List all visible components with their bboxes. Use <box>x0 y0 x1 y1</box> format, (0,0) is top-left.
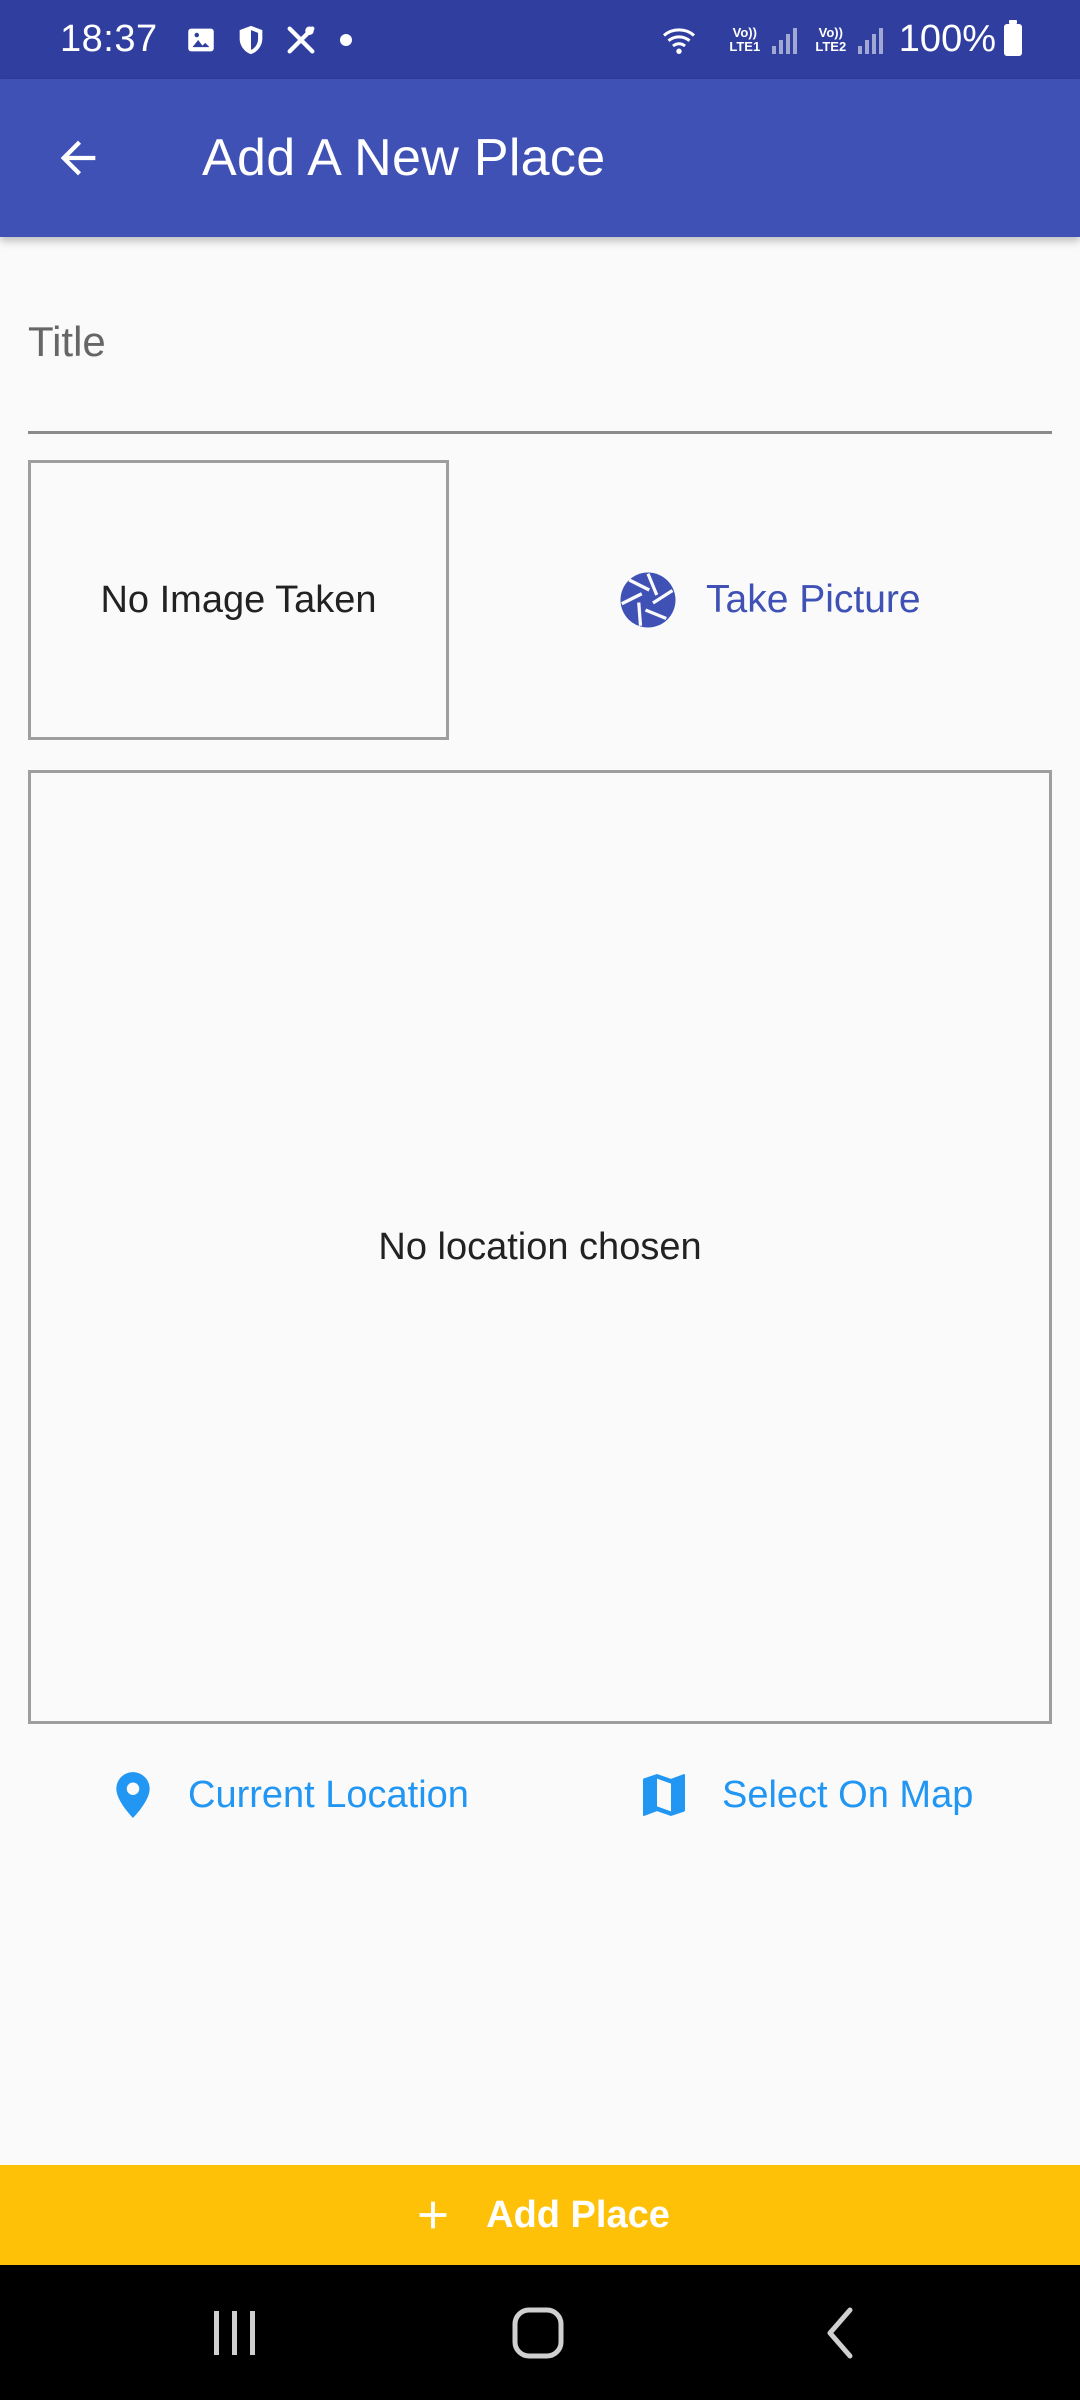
tools-icon <box>287 26 315 53</box>
home-icon <box>512 2307 564 2358</box>
recents-icon <box>214 2310 255 2355</box>
wifi-icon <box>662 27 695 54</box>
volte2-label: Vo)) LTE2 <box>815 24 847 54</box>
status-bar: 18:37 Vo)) LTE1 Vo)) LTE2 100% <box>0 0 1080 79</box>
page-title: Add A New Place <box>202 129 606 187</box>
battery-icon <box>1004 19 1022 56</box>
status-time: 18:37 <box>60 18 158 60</box>
app-bar: Add A New Place <box>0 79 1080 237</box>
navigation-bar <box>0 2265 1080 2400</box>
title-placeholder: Title <box>28 318 106 365</box>
location-pin-icon <box>116 1772 150 1818</box>
current-location-label: Current Location <box>188 1773 469 1816</box>
map-icon <box>643 1774 685 1816</box>
battery-percent: 100% <box>898 18 996 60</box>
dot-icon <box>339 33 352 46</box>
home-button[interactable] <box>458 2265 618 2400</box>
image-preview: No Image Taken <box>28 460 449 740</box>
plus-icon <box>419 2201 447 2229</box>
select-on-map-button[interactable]: Select On Map <box>636 1750 973 1840</box>
title-input[interactable]: Title <box>28 290 1052 434</box>
back-icon <box>827 2307 853 2358</box>
image-preview-text: No Image Taken <box>100 578 377 621</box>
select-on-map-label: Select On Map <box>722 1773 974 1816</box>
location-preview: No location chosen <box>28 770 1052 1724</box>
add-place-button[interactable]: Add Place <box>0 2165 1080 2265</box>
camera-shutter-icon <box>620 572 676 628</box>
take-picture-label: Take Picture <box>706 578 921 621</box>
status-right: Vo)) LTE1 Vo)) LTE2 100% <box>657 18 1022 61</box>
arrow-back-icon <box>60 140 96 176</box>
current-location-button[interactable]: Current Location <box>108 1750 469 1840</box>
gallery-icon <box>187 28 214 51</box>
signal-lte2-icon: Vo)) LTE2 <box>811 24 883 54</box>
shield-icon <box>239 25 262 54</box>
add-place-label: Add Place <box>486 2193 670 2236</box>
location-preview-text: No location chosen <box>378 1225 702 1268</box>
volte1-label: Vo)) LTE1 <box>729 24 761 54</box>
status-left: 18:37 <box>60 18 352 61</box>
signal-lte1-icon: Vo)) LTE1 <box>725 24 797 54</box>
recents-button[interactable] <box>155 2265 315 2400</box>
back-button[interactable] <box>23 103 133 213</box>
nav-back-button[interactable] <box>760 2265 920 2400</box>
take-picture-button[interactable]: Take Picture <box>600 555 939 645</box>
